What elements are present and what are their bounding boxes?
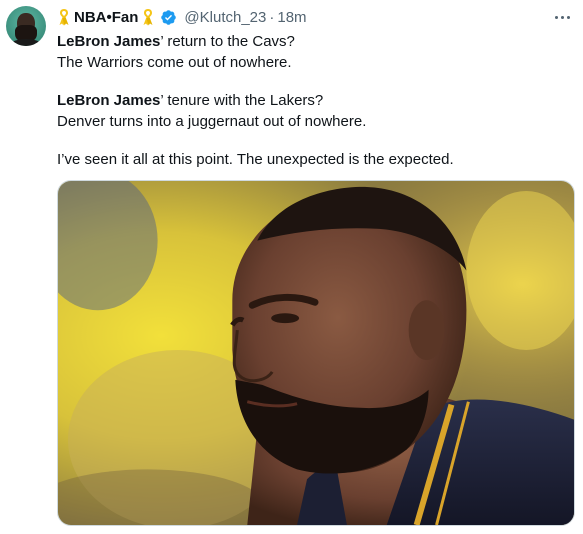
author-handle[interactable]: @Klutch_23 (184, 9, 266, 26)
tweet-line: LeBron James’ tenure with the Lakers? (57, 90, 572, 111)
tweet: NBA•Fan @Klutch_23 · 18m LeBron James’ r… (0, 0, 583, 534)
tweet-text-segment: ’ return to the Cavs? (160, 33, 295, 50)
photo-basketball-player-closeup (58, 181, 574, 525)
tweet-line: The Warriors come out of nowhere. (57, 54, 292, 71)
tweet-line: Denver turns into a juggernaut out of no… (57, 113, 367, 130)
tweet-media-photo[interactable] (57, 180, 575, 526)
ribbon-icon (59, 9, 69, 26)
verified-badge-icon (161, 9, 177, 25)
mention-lebron-2: LeBron James (57, 92, 161, 109)
timestamp[interactable]: 18m (277, 9, 306, 26)
mention-lebron-1: LeBron James (57, 33, 161, 50)
tweet-line: LeBron James’ return to the Cavs? (57, 31, 572, 52)
avatar[interactable] (6, 6, 46, 46)
avatar-shoulders (8, 39, 44, 46)
ribbon-icon (143, 9, 153, 26)
tweet-header: NBA•Fan @Klutch_23 · 18m (57, 6, 307, 28)
more-options-icon[interactable] (551, 8, 573, 26)
tweet-line: I’ve seen it all at this point. The unex… (57, 151, 454, 168)
separator-dot: · (269, 8, 275, 26)
tweet-text: LeBron James’ return to the Cavs? The Wa… (57, 31, 572, 170)
author-name[interactable]: NBA•Fan (74, 9, 138, 26)
tweet-text-segment: ’ tenure with the Lakers? (160, 92, 324, 109)
